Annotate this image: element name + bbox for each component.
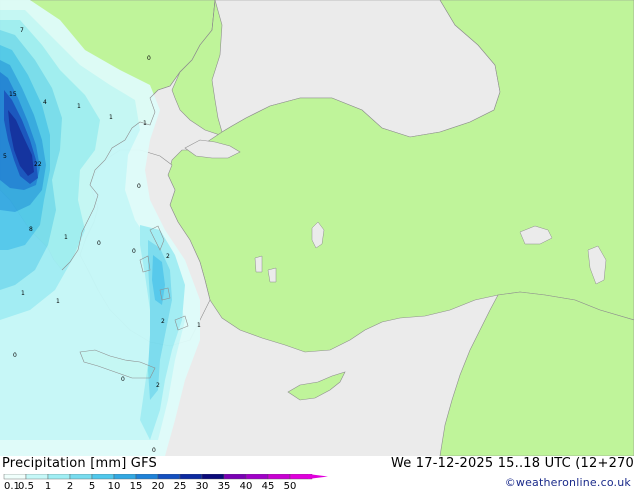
legend-swatch — [25, 474, 49, 480]
legend-swatch — [3, 474, 27, 480]
legend-labels: 0.10.5 1 2 5 10 15 20 25 30 35 40 45 50 — [4, 481, 296, 490]
value-label: 1 — [64, 234, 68, 241]
legend-swatches — [3, 474, 328, 480]
value-label: 2 — [166, 253, 170, 260]
value-label: 1 — [143, 120, 147, 127]
value-label: 2 — [161, 318, 165, 325]
legend-label: 50 — [284, 481, 297, 490]
value-label: 0 — [147, 55, 151, 62]
legend-swatch — [69, 474, 93, 480]
value-label: 0 — [132, 248, 136, 255]
value-label: 8 — [29, 226, 33, 233]
value-label: 1 — [56, 298, 60, 305]
legend-swatch — [201, 474, 225, 480]
color-legend: 0.10.5 1 2 5 10 15 20 25 30 35 40 45 50 — [3, 474, 328, 490]
legend-label: 45 — [262, 481, 275, 490]
legend-label: 40 — [240, 481, 253, 490]
value-label: 1 — [77, 103, 81, 110]
value-label: 0 — [137, 183, 141, 190]
value-label: 5 — [3, 153, 7, 160]
map-title: Precipitation [mm] GFS — [2, 456, 157, 471]
value-label: 0 — [152, 447, 156, 454]
legend-label: 5 — [89, 481, 95, 490]
value-label: 0 — [13, 352, 17, 359]
legend-swatch — [245, 474, 269, 480]
legend-swatch — [135, 474, 159, 480]
legend-label: 10 — [108, 481, 121, 490]
value-label: 15 — [9, 91, 17, 98]
valid-time: We 17-12-2025 15..18 UTC (12+270 — [390, 456, 634, 471]
legend-swatch — [267, 474, 291, 480]
legend-label: 0.5 — [18, 481, 34, 490]
legend-swatch — [113, 474, 137, 480]
value-label: 0 — [97, 240, 101, 247]
lake-beysehir — [254, 255, 263, 273]
legend-label: 30 — [196, 481, 209, 490]
value-label: 4 — [43, 99, 47, 106]
legend-swatch — [223, 474, 247, 480]
legend-label: 1 — [45, 481, 51, 490]
legend-swatch — [157, 474, 181, 480]
legend-label: 15 — [130, 481, 143, 490]
value-label: 0 — [121, 376, 125, 383]
legend-label: 25 — [174, 481, 187, 490]
legend-swatch — [47, 474, 71, 480]
legend-label: 35 — [218, 481, 231, 490]
value-label: 1 — [109, 114, 113, 121]
value-label: 7 — [20, 27, 24, 34]
value-label: 22 — [34, 161, 42, 168]
value-label: 2 — [156, 382, 160, 389]
legend-swatch — [91, 474, 115, 480]
legend-arrow-icon — [308, 474, 328, 479]
value-label: 1 — [21, 290, 25, 297]
legend-swatch — [179, 474, 203, 480]
value-label: 1 — [197, 322, 201, 329]
precipitation-map: 7 15 4 5 22 8 1 1 1 1 0 1 0 0 0 2 1 2 1 … — [0, 0, 634, 456]
legend-label: 20 — [152, 481, 165, 490]
legend-label: 2 — [67, 481, 73, 490]
credit-link[interactable]: ©weatheronline.co.uk — [505, 476, 631, 489]
